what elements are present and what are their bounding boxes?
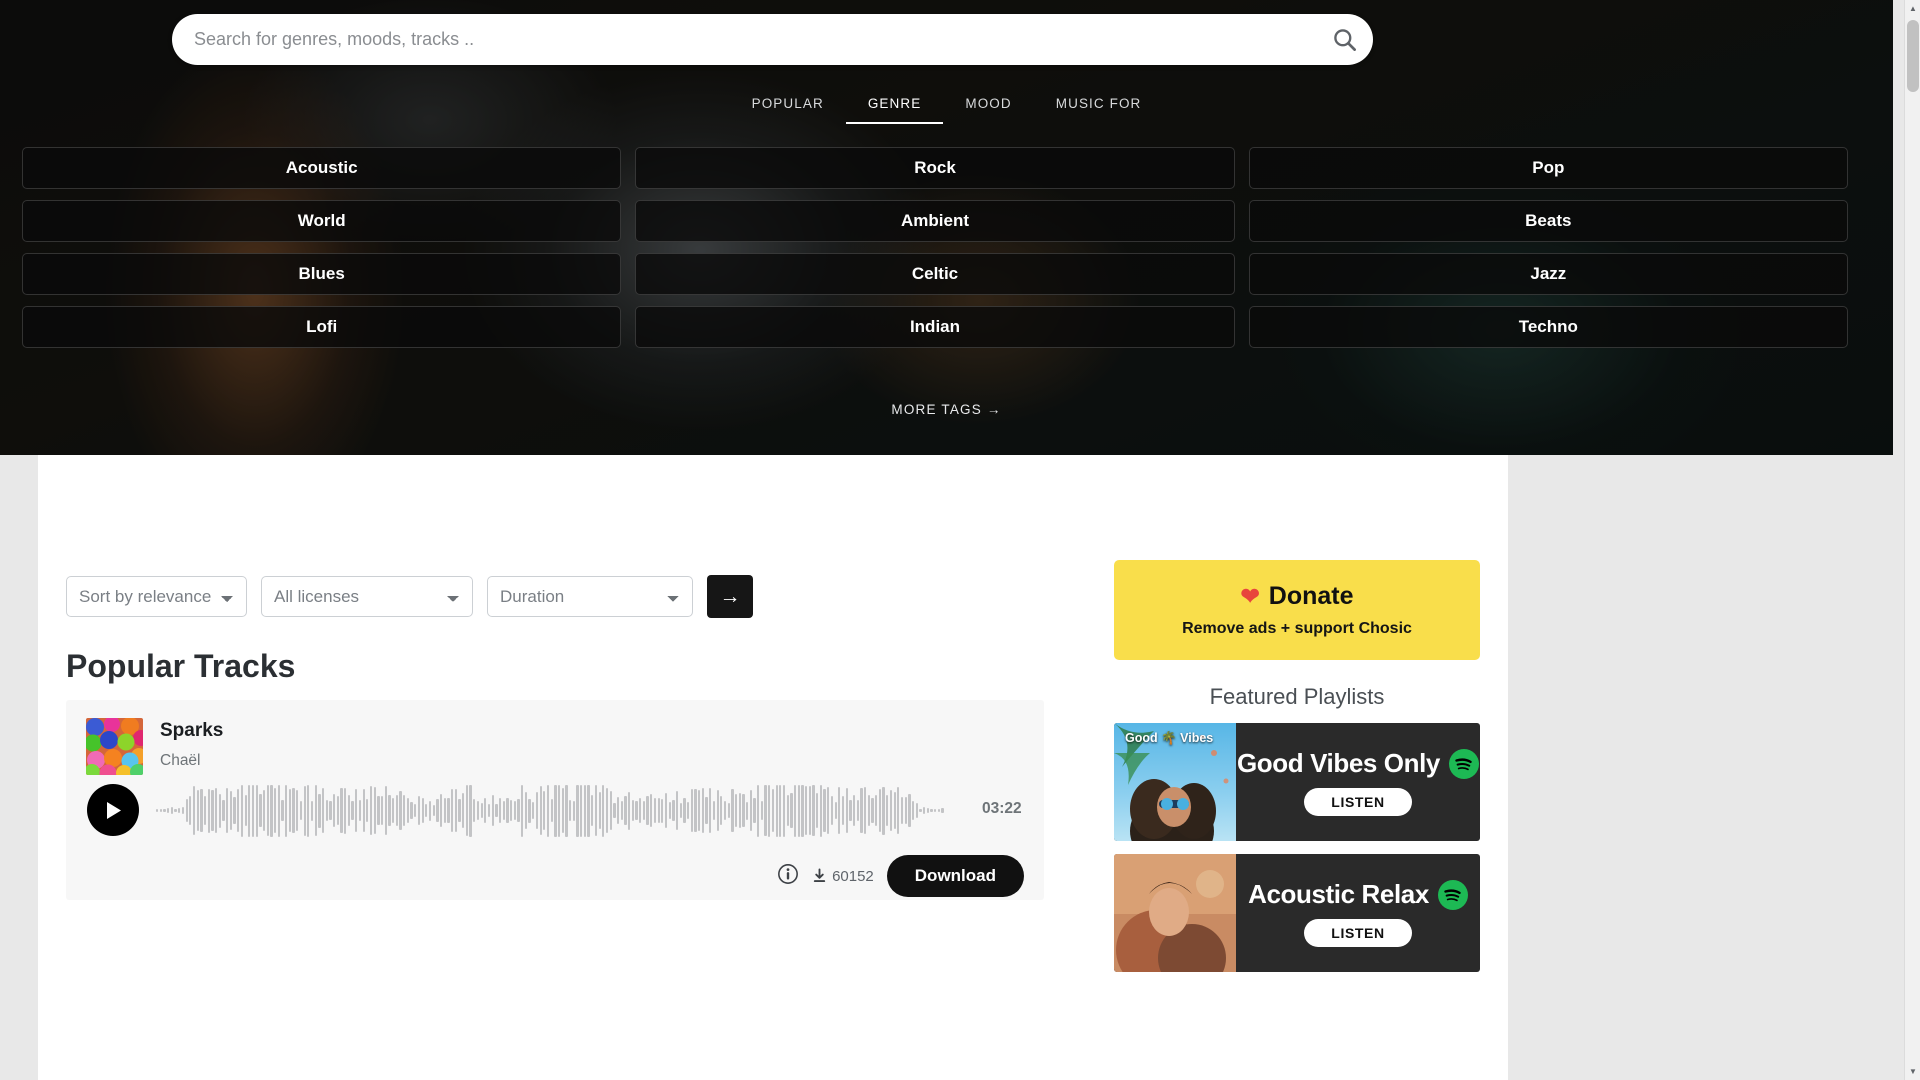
genre-button-beats[interactable]: Beats: [1248, 200, 1848, 242]
page-root: POPULAR GENRE MOOD MUSIC FOR Acoustic Ro…: [0, 0, 1920, 1080]
tab-genre[interactable]: GENRE: [845, 88, 944, 124]
playlist-listen-button[interactable]: LISTEN: [1304, 788, 1412, 816]
scroll-down-button[interactable]: ▼: [1905, 1063, 1920, 1080]
right-gutter: [1508, 455, 1904, 1080]
search-bar[interactable]: [172, 14, 1373, 65]
duration-select[interactable]: Duration: [487, 576, 693, 617]
track-duration: 03:22: [982, 800, 1022, 817]
genre-button-celtic[interactable]: Celtic: [635, 253, 1235, 295]
search-button[interactable]: [1315, 14, 1373, 65]
genre-button-rock[interactable]: Rock: [635, 147, 1235, 189]
filter-bar: Sort by relevance All licenses Duration …: [66, 575, 753, 618]
featured-playlists-title: Featured Playlists: [1209, 684, 1385, 709]
more-tags-link[interactable]: MORE TAGS →: [0, 402, 1893, 417]
genre-button-pop[interactable]: Pop: [1248, 147, 1848, 189]
donate-label: Donate: [1268, 582, 1354, 610]
playlist-name-text: Acoustic Relax: [1248, 879, 1429, 909]
track-meta: 60152 Download: [777, 855, 1024, 897]
play-icon: [106, 801, 121, 819]
spotify-icon: [1437, 879, 1468, 910]
waveform[interactable]: [156, 783, 956, 838]
vertical-scrollbar[interactable]: ▲ ▼: [1904, 0, 1920, 1080]
playlist-artwork: [1114, 854, 1236, 972]
tab-popular[interactable]: POPULAR: [730, 88, 846, 124]
left-gutter: [0, 455, 38, 1080]
download-arrow-icon: [813, 868, 826, 882]
genre-button-world[interactable]: World: [22, 200, 622, 242]
download-button[interactable]: Download: [886, 855, 1024, 897]
genre-button-acoustic[interactable]: Acoustic: [22, 147, 622, 189]
arrow-right-icon: →: [719, 584, 741, 608]
genre-button-jazz[interactable]: Jazz: [1248, 253, 1848, 295]
track-artist[interactable]: Chaël: [160, 752, 201, 770]
playlist-card-acoustic-relax[interactable]: Acoustic Relax LISTEN: [1114, 854, 1480, 972]
genre-button-lofi[interactable]: Lofi: [22, 306, 622, 348]
spotify-icon: [1449, 748, 1479, 779]
playlist-listen-button[interactable]: LISTEN: [1304, 919, 1412, 947]
playlist-name: Good Vibes Only: [1237, 748, 1479, 779]
info-icon[interactable]: [777, 863, 799, 890]
license-select[interactable]: All licenses: [261, 576, 473, 617]
donate-banner[interactable]: ❤ Donate Remove ads + support Chosic: [1114, 560, 1480, 660]
genre-button-techno[interactable]: Techno: [1248, 306, 1848, 348]
genre-button-ambient[interactable]: Ambient: [635, 200, 1235, 242]
page-title: Popular Tracks: [66, 648, 296, 684]
play-button[interactable]: [87, 784, 139, 836]
genre-grid: Acoustic Rock Pop World Ambient Beats Bl…: [22, 147, 1848, 348]
genre-button-blues[interactable]: Blues: [22, 253, 622, 295]
album-art: [86, 718, 143, 775]
sort-select[interactable]: Sort by relevance: [66, 576, 247, 617]
hero-banner: POPULAR GENRE MOOD MUSIC FOR Acoustic Ro…: [0, 0, 1893, 455]
scrollbar-thumb[interactable]: [1907, 20, 1919, 92]
search-input[interactable]: [172, 29, 1315, 50]
tab-music-for[interactable]: MUSIC FOR: [1034, 88, 1164, 124]
donate-subtitle: Remove ads + support Chosic: [1182, 620, 1412, 637]
playlist-card-good-vibes-only[interactable]: Good 🌴 Vibes Good Vibes Only LISTEN: [1114, 723, 1480, 841]
playlist-name: Acoustic Relax: [1248, 879, 1468, 910]
hero-tabs: POPULAR GENRE MOOD MUSIC FOR: [0, 88, 1893, 124]
genre-button-indian[interactable]: Indian: [635, 306, 1235, 348]
apply-filters-button[interactable]: →: [707, 575, 753, 618]
donate-title: ❤ Donate: [1240, 582, 1353, 611]
playlist-name-text: Good Vibes Only: [1236, 748, 1440, 778]
scroll-up-button[interactable]: ▲: [1905, 0, 1920, 17]
search-icon: [1333, 29, 1356, 51]
track-row: Sparks Chaël 03:22 60152 Download: [66, 700, 1044, 900]
download-count-value: 60152: [832, 867, 874, 885]
sidebar: ❤ Donate Remove ads + support Chosic Fea…: [1114, 560, 1480, 972]
tab-mood[interactable]: MOOD: [943, 88, 1033, 124]
playlist-artwork-badge: Good 🌴 Vibes: [1125, 731, 1214, 745]
playlist-artwork: Good 🌴 Vibes: [1114, 723, 1236, 841]
heart-icon: ❤: [1240, 583, 1260, 609]
download-count: 60152: [812, 868, 874, 885]
track-title[interactable]: Sparks: [160, 720, 223, 742]
